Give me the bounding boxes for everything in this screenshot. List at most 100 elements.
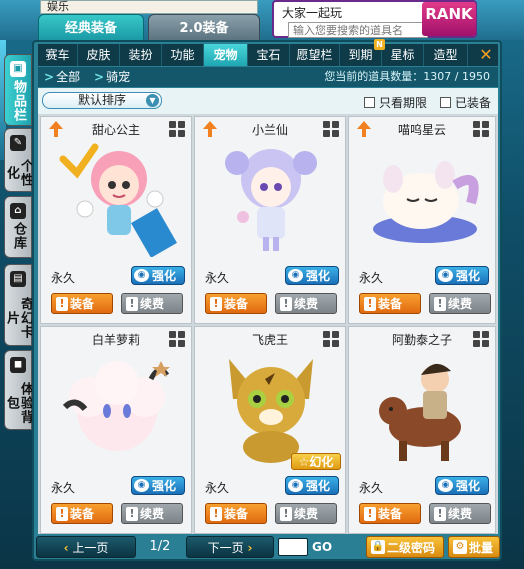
rank-banner[interactable]: RANK: [422, 2, 476, 36]
renew-label: 续费: [448, 507, 473, 521]
side-tab-personalize[interactable]: ✎ 个性化: [4, 128, 33, 192]
grid-view-icon[interactable]: [169, 331, 185, 347]
item-card[interactable]: 白羊萝莉 永久 ◉ 强化 ! 装备 ! 续费: [40, 326, 192, 534]
exclamation-icon: !: [126, 507, 138, 521]
renew-button[interactable]: ! 续费: [121, 293, 183, 314]
item-card[interactable]: 小兰仙 永久 ◉ 强化 ! 装备 ! 续费: [194, 116, 346, 324]
enhance-button[interactable]: ◉ 强化: [435, 476, 489, 495]
equip-button[interactable]: ! 装备: [359, 293, 421, 314]
equip-label: 装备: [70, 507, 95, 521]
pet-tiger-king-image: [229, 359, 313, 463]
category-tab-function[interactable]: 功能: [162, 44, 204, 66]
equip-label: 装备: [70, 297, 95, 311]
item-search-input[interactable]: [288, 22, 428, 38]
side-tab-inventory[interactable]: ▣ 物品栏: [4, 54, 32, 126]
bag-icon: ◼: [10, 357, 26, 373]
box-icon: ▣: [10, 61, 26, 77]
renew-label: 续费: [294, 507, 319, 521]
enhance-icon: ◉: [288, 269, 303, 282]
category-tab-wishlist[interactable]: 愿望栏: [290, 44, 340, 66]
side-tab-trial-bag[interactable]: ◼ 体验背包: [4, 350, 33, 430]
item-card[interactable]: 阿勤泰之子 永久 ◉ 强化 ! 装备 ! 续费: [348, 326, 496, 534]
category-tab-outfit[interactable]: 装扮: [120, 44, 162, 66]
exclamation-icon: !: [434, 297, 446, 311]
equip-button[interactable]: ! 装备: [51, 503, 113, 524]
tab-classic-equipment[interactable]: 经典装备: [38, 14, 144, 41]
category-tab-skin[interactable]: 皮肤: [78, 44, 120, 66]
chevron-right-icon: >: [94, 70, 105, 84]
grid-view-icon[interactable]: [473, 331, 489, 347]
entertainment-label: 娱乐: [40, 0, 258, 14]
renew-button[interactable]: ! 续费: [275, 503, 337, 524]
grid-view-icon[interactable]: [169, 121, 185, 137]
grid-view-icon[interactable]: [323, 121, 339, 137]
transform-badge[interactable]: ☆幻化: [291, 453, 341, 470]
page-number-input[interactable]: [278, 538, 308, 556]
side-tab-warehouse[interactable]: ⌂ 仓库: [4, 196, 32, 258]
category-tab-starred[interactable]: 星标: [382, 44, 424, 66]
tab-equipment-2[interactable]: 2.0装备: [148, 14, 260, 41]
category-tab-expiring[interactable]: 到期 N: [340, 39, 385, 66]
renew-button[interactable]: ! 续费: [429, 503, 491, 524]
filter-time-limited[interactable]: 只看期限: [364, 94, 427, 111]
second-password-button[interactable]: 🔒 二级密码: [366, 536, 444, 558]
equip-button[interactable]: ! 装备: [359, 503, 421, 524]
renew-label: 续费: [140, 507, 165, 521]
grid-view-icon[interactable]: [323, 331, 339, 347]
renew-button[interactable]: ! 续费: [429, 293, 491, 314]
equip-button[interactable]: ! 装备: [205, 293, 267, 314]
item-duration: 永久: [205, 481, 230, 495]
category-tab-racing[interactable]: 赛车: [38, 44, 78, 66]
category-bar: 赛车 皮肤 装扮 功能 宠物 宝石 愿望栏 到期 N 星标 造型 ✕: [38, 39, 498, 66]
equip-button[interactable]: ! 装备: [205, 503, 267, 524]
enhance-label: 强化: [152, 479, 177, 493]
exclamation-icon: !: [210, 297, 222, 311]
star-icon: ☆: [298, 455, 310, 469]
equip-label: 装备: [224, 507, 249, 521]
item-duration: 永久: [205, 271, 230, 285]
house-icon: ⌂: [10, 203, 26, 219]
filter-bar: 默认排序 ▼ 只看期限 已装备: [38, 88, 498, 114]
checkbox[interactable]: [364, 97, 375, 108]
close-icon[interactable]: ✕: [478, 47, 494, 63]
breadcrumb-all[interactable]: > 全部: [44, 67, 80, 87]
checkbox[interactable]: [440, 97, 451, 108]
enhance-label: 强化: [306, 269, 331, 283]
category-tab-style[interactable]: 造型: [424, 44, 468, 66]
enhance-button[interactable]: ◉ 强化: [435, 266, 489, 285]
batch-button[interactable]: ⚙ 批量: [448, 536, 500, 558]
exclamation-icon: !: [56, 507, 68, 521]
exclamation-icon: !: [126, 297, 138, 311]
category-tab-pet[interactable]: 宠物: [204, 44, 248, 66]
renew-label: 续费: [294, 297, 319, 311]
renew-label: 续费: [140, 297, 165, 311]
lock-icon: 🔒: [371, 540, 385, 554]
gear-icon: ⚙: [453, 540, 467, 554]
grid-view-icon[interactable]: [473, 121, 489, 137]
exclamation-icon: !: [280, 507, 292, 521]
enhance-button[interactable]: ◉ 强化: [285, 266, 339, 285]
prev-label: 上一页: [72, 541, 109, 555]
enhance-button[interactable]: ◉ 强化: [131, 476, 185, 495]
renew-button[interactable]: ! 续费: [275, 293, 337, 314]
chat-title: 大家一起玩: [282, 6, 343, 20]
filter-equipped[interactable]: 已装备: [440, 94, 491, 111]
pet-nebula-image: [373, 161, 479, 243]
category-tab-gem[interactable]: 宝石: [248, 44, 290, 66]
item-card[interactable]: 喵呜星云 永久 ◉ 强化 ! 装备 ! 续费: [348, 116, 496, 324]
enhance-button[interactable]: ◉ 强化: [131, 266, 185, 285]
enhance-label: 强化: [456, 479, 481, 493]
next-page-button[interactable]: 下一页 ›: [186, 536, 274, 558]
renew-button[interactable]: ! 续费: [121, 503, 183, 524]
item-card[interactable]: 甜心公主 永久 ◉ 强化 ! 装备 ! 续费: [40, 116, 192, 324]
go-button[interactable]: GO: [312, 536, 332, 558]
prev-page-button[interactable]: ‹ 上一页: [36, 536, 136, 558]
equip-button[interactable]: ! 装备: [51, 293, 113, 314]
item-count: 您当前的道具数量：1307 / 1950: [324, 70, 490, 83]
breadcrumb-mount[interactable]: > 骑宠: [94, 67, 130, 87]
item-card[interactable]: 飞虎王 ☆幻化 永久 ◉ 强化 ! 装备 ! 续费: [194, 326, 346, 534]
item-duration: 永久: [359, 271, 384, 285]
enhance-button[interactable]: ◉ 强化: [285, 476, 339, 495]
sort-select[interactable]: 默认排序 ▼: [42, 92, 162, 109]
side-tab-fantasy-cards[interactable]: ▤ 奇幻卡片: [4, 264, 33, 346]
